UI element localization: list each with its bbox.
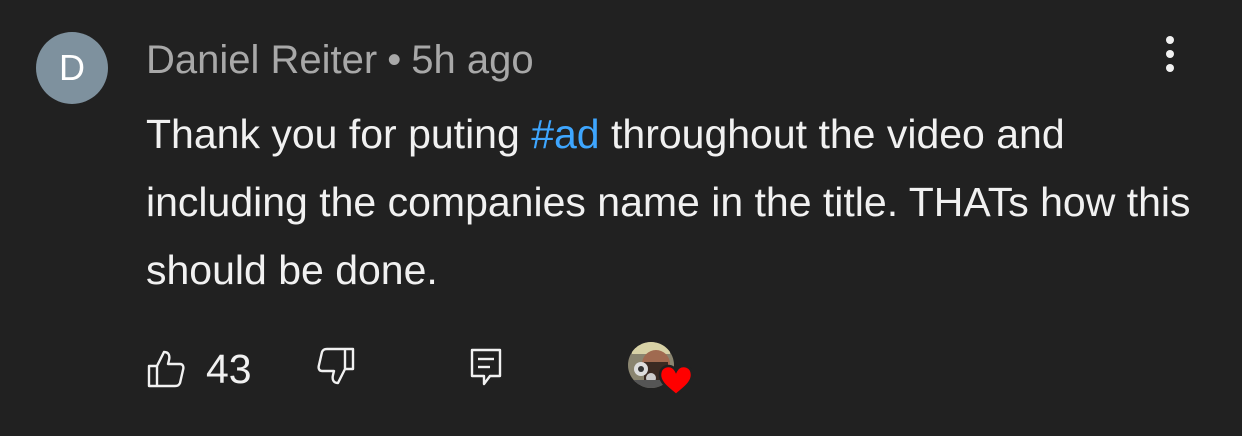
- like-button[interactable]: 43: [146, 344, 252, 394]
- heart-icon: [658, 364, 694, 396]
- like-count: 43: [206, 346, 252, 392]
- hashtag-link[interactable]: #ad: [531, 111, 599, 157]
- comment-text-before: Thank you for puting: [146, 111, 532, 157]
- dislike-button[interactable]: [316, 346, 356, 386]
- header-separator: •: [387, 38, 402, 82]
- comment-text: Thank you for puting #ad throughout the …: [146, 100, 1206, 304]
- author-name[interactable]: Daniel Reiter: [146, 38, 377, 82]
- more-options-button[interactable]: [1152, 34, 1188, 74]
- avatar-letter: D: [59, 47, 85, 88]
- comment-timestamp[interactable]: 5h ago: [411, 38, 533, 82]
- thumbs-up-icon: [147, 350, 185, 388]
- comment-card: D Daniel Reiter • 5h ago Thank you for put…: [0, 0, 1242, 436]
- reply-button[interactable]: [466, 346, 506, 388]
- comment-header: Daniel Reiter • 5h ago: [146, 36, 534, 84]
- reply-icon: [470, 348, 502, 386]
- avatar[interactable]: D: [36, 32, 108, 104]
- thumbs-down-icon: [317, 347, 355, 385]
- creator-heart: [628, 342, 694, 396]
- more-vert-icon: [1166, 36, 1174, 72]
